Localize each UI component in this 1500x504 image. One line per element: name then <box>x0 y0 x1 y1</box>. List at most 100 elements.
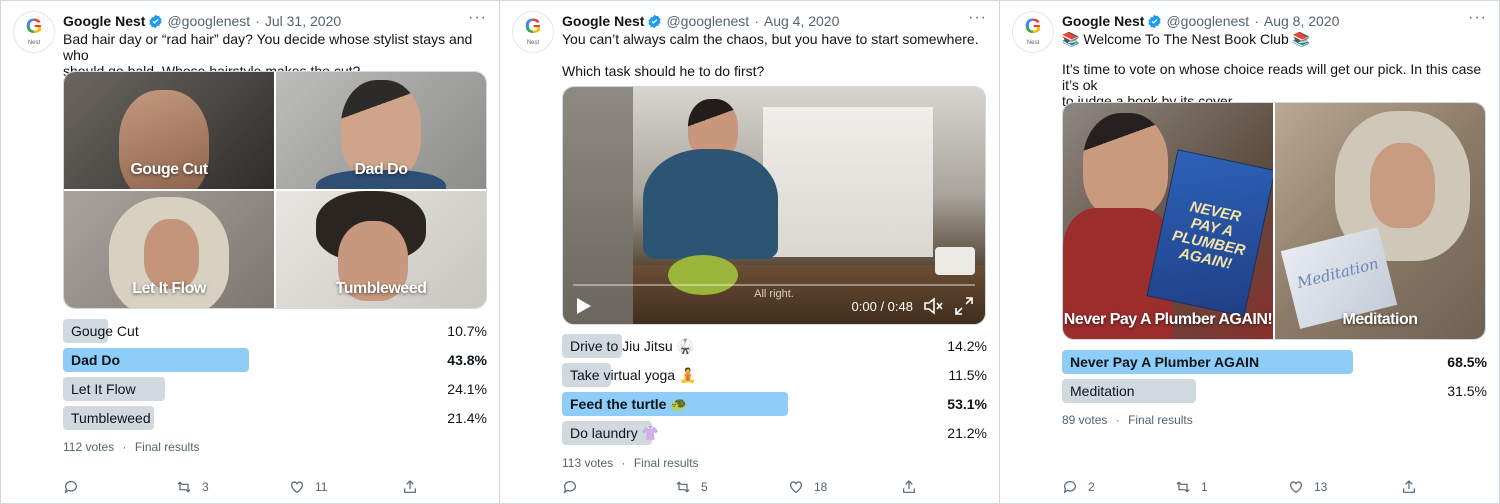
like-count: 18 <box>814 480 828 494</box>
separator-dot: · <box>1115 413 1120 427</box>
reply-button[interactable] <box>562 479 588 495</box>
fullscreen-icon[interactable] <box>955 297 973 315</box>
tweet-actions: 2 1 13 <box>1062 479 1487 495</box>
author-handle[interactable]: @googlenest <box>1166 13 1249 29</box>
poll-option-percent: 53.1% <box>947 396 987 412</box>
media-image-tumbleweed[interactable]: Tumbleweed <box>276 191 486 308</box>
tweet-text-line: It’s time to vote on whose choice reads … <box>1062 61 1482 93</box>
media-image-gouge-cut[interactable]: Gouge Cut <box>64 72 274 189</box>
media-grid[interactable]: NEVER PAY A PLUMBER AGAIN! Never Pay A P… <box>1062 102 1486 340</box>
poll-option: Dad Do 43.8% <box>63 348 487 372</box>
google-logo-icon: G <box>1013 15 1053 39</box>
share-button[interactable] <box>1401 479 1417 495</box>
author-name[interactable]: Google Nest <box>1062 13 1144 29</box>
reply-button[interactable]: 2 <box>1062 479 1095 495</box>
poll-meta: 112 votes · Final results <box>63 440 200 454</box>
tweet-text-line <box>1062 47 1487 61</box>
poll-option-label: Gouge Cut <box>71 323 139 339</box>
share-button[interactable] <box>402 479 418 495</box>
media-image-meditation[interactable]: Meditation Meditation <box>1275 103 1485 339</box>
author-handle[interactable]: @googlenest <box>167 13 250 29</box>
video-progress-bar[interactable] <box>573 284 975 286</box>
share-icon <box>903 480 915 493</box>
poll-votes: 112 votes <box>63 440 115 454</box>
verified-badge-icon <box>149 14 163 28</box>
retweet-button[interactable]: 3 <box>176 479 209 495</box>
heart-icon <box>291 481 303 494</box>
mute-icon[interactable] <box>923 297 943 315</box>
media-grid[interactable]: Gouge Cut Dad Do Let It Flow Tumbleweed <box>63 71 487 309</box>
poll-status: Final results <box>1128 413 1193 427</box>
poll-votes: 89 votes <box>1062 413 1108 427</box>
heart-icon <box>790 481 802 494</box>
book-title: NEVER PAY A PLUMBER AGAIN! <box>1170 198 1247 273</box>
like-count: 11 <box>315 480 328 494</box>
more-options-icon[interactable]: ··· <box>968 9 987 27</box>
like-button[interactable]: 11 <box>289 479 327 495</box>
poll-option-label: Drive to Jiu Jitsu 🥋 <box>570 338 695 354</box>
media-image-dad-do[interactable]: Dad Do <box>276 72 486 189</box>
verified-badge-icon <box>1148 14 1162 28</box>
retweet-button[interactable]: 5 <box>675 479 708 495</box>
media-caption: Dad Do <box>354 161 409 178</box>
video-player[interactable]: All right. 0:00 / 0:48 <box>562 86 986 325</box>
media-image-never-pay-a-plumber[interactable]: NEVER PAY A PLUMBER AGAIN! Never Pay A P… <box>1063 103 1273 339</box>
google-nest-avatar[interactable]: G Nest <box>1012 11 1054 53</box>
video-controls: 0:00 / 0:48 <box>563 284 985 324</box>
play-icon[interactable] <box>577 298 591 314</box>
separator-dot: · <box>255 13 260 29</box>
more-options-icon[interactable]: ··· <box>1468 9 1487 27</box>
share-icon <box>1403 480 1415 493</box>
author-name[interactable]: Google Nest <box>562 13 644 29</box>
tweet-text-line: Bad hair day or “rad hair” day? You deci… <box>63 31 473 63</box>
google-nest-avatar[interactable]: G Nest <box>13 11 55 53</box>
poll-option-label: Do laundry 👚 <box>570 425 660 441</box>
tweet-card[interactable]: G Nest Google Nest @googlenest · Aug 8, … <box>1000 0 1500 504</box>
poll-option: Let It Flow 24.1% <box>63 377 487 401</box>
tweet-card[interactable]: G Nest Google Nest @googlenest · Jul 31,… <box>0 0 500 504</box>
google-logo-icon: G <box>513 15 553 39</box>
poll-option: Do laundry 👚 21.2% <box>562 421 987 445</box>
poll-option-label: Feed the turtle 🐢 <box>570 396 688 412</box>
tweet-header: Google Nest @googlenest · Jul 31, 2020 <box>63 12 487 30</box>
google-nest-avatar[interactable]: G Nest <box>512 11 554 53</box>
author-name[interactable]: Google Nest <box>63 13 145 29</box>
like-count: 13 <box>1314 480 1328 494</box>
person-figure <box>1370 143 1435 228</box>
media-image-let-it-flow[interactable]: Let It Flow <box>64 191 274 308</box>
retweet-button[interactable]: 1 <box>1175 479 1208 495</box>
poll-meta: 113 votes · Final results <box>562 456 699 470</box>
reply-icon <box>1063 481 1076 494</box>
more-options-icon[interactable]: ··· <box>468 9 487 27</box>
poll-option-percent: 10.7% <box>447 323 487 339</box>
poll-votes: 113 votes <box>562 456 614 470</box>
video-time: 0:00 / 0:48 <box>851 299 913 314</box>
google-logo-icon: G <box>14 15 54 39</box>
tweet-date[interactable]: Aug 4, 2020 <box>764 13 840 29</box>
poll-option-label: Meditation <box>1070 383 1135 399</box>
poll-option-percent: 68.5% <box>1447 354 1487 370</box>
reply-button[interactable] <box>63 479 89 495</box>
poll-option-percent: 11.5% <box>948 367 987 383</box>
author-handle[interactable]: @googlenest <box>666 13 749 29</box>
retweet-count: 3 <box>202 480 209 494</box>
media-caption: Let It Flow <box>132 280 206 297</box>
tweet-text-line: You can’t always calm the chaos, but you… <box>562 31 979 47</box>
like-button[interactable]: 18 <box>788 479 827 495</box>
retweet-count: 5 <box>701 480 708 494</box>
separator-dot: · <box>621 456 626 470</box>
verified-badge-icon <box>648 14 662 28</box>
reply-icon <box>64 481 77 494</box>
tweet-date[interactable]: Jul 31, 2020 <box>265 13 341 29</box>
wall-door <box>763 107 933 257</box>
poll-status: Final results <box>134 440 200 454</box>
poll-option-percent: 43.8% <box>447 352 487 368</box>
retweet-icon <box>1176 481 1190 493</box>
poll-option-label: Let It Flow <box>71 381 136 397</box>
tweet-text: 📚 Welcome To The Nest Book Club 📚 It’s t… <box>1062 31 1487 109</box>
like-button[interactable]: 13 <box>1288 479 1327 495</box>
retweet-count: 1 <box>1201 480 1208 494</box>
tweet-card[interactable]: G Nest Google Nest @googlenest · Aug 4, … <box>500 0 1000 504</box>
tweet-date[interactable]: Aug 8, 2020 <box>1264 13 1340 29</box>
share-button[interactable] <box>901 479 917 495</box>
